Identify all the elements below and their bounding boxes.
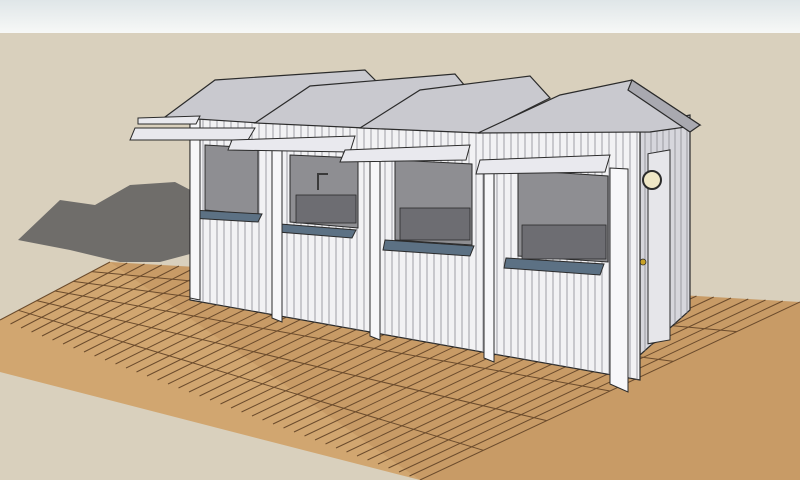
service-window-4	[503, 169, 609, 276]
door-handle	[639, 258, 647, 266]
service-window-3	[382, 159, 475, 257]
sky	[0, 0, 800, 33]
porthole-window	[642, 170, 662, 190]
scene-illustration	[0, 0, 800, 480]
